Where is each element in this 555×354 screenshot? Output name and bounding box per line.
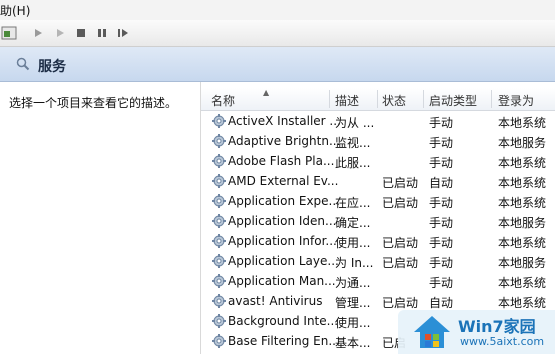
- service-log-on-as: 本地服务: [498, 256, 547, 270]
- service-startup-type: 手动: [429, 236, 454, 250]
- service-description: 确定...: [335, 216, 371, 230]
- watermark-url: www.5aixt.com: [460, 335, 545, 348]
- service-startup-type: 手动: [429, 216, 454, 230]
- services-header: 服务: [0, 47, 555, 82]
- page-title: 服务: [38, 59, 66, 75]
- service-gear-icon: [211, 273, 227, 289]
- column-description[interactable]: 描述: [335, 92, 359, 109]
- service-gear-icon: [211, 293, 227, 309]
- service-gear-icon: [211, 133, 227, 149]
- column-log-on-as[interactable]: 登录为: [498, 92, 534, 109]
- table-row[interactable]: avast! Antivirus 管理... 已启动 自动 本地系统: [201, 291, 555, 311]
- service-gear-icon: [211, 253, 227, 269]
- service-name: Application Infor...: [228, 234, 337, 248]
- service-log-on-as: 本地服务: [498, 136, 547, 150]
- service-log-on-as: 本地系统: [498, 176, 547, 190]
- table-row[interactable]: Adaptive Brightn... 监视... 手动 本地服务: [201, 131, 555, 151]
- table-row[interactable]: Application Laye... 为 In... 已启动 手动 本地服务: [201, 251, 555, 271]
- service-description: 管理...: [335, 296, 371, 310]
- service-description: 在应...: [335, 196, 371, 210]
- service-description: 为从 ...: [335, 116, 375, 130]
- column-status[interactable]: 状态: [382, 92, 406, 109]
- service-gear-icon: [211, 193, 227, 209]
- service-name: ActiveX Installer ...: [228, 114, 341, 128]
- table-row[interactable]: ActiveX Installer ... 为从 ... 手动 本地系统: [201, 111, 555, 131]
- description-pane: 选择一个项目来查看它的描述。: [0, 82, 200, 354]
- service-name: Adobe Flash Pla...: [228, 154, 335, 168]
- watermark: Win7家园 www.5aixt.com: [398, 310, 555, 354]
- magnifier-icon: [16, 57, 30, 74]
- service-status: 已启动: [382, 176, 419, 190]
- service-status: 已启动: [382, 296, 419, 310]
- house-logo-icon: [412, 314, 452, 353]
- service-name: Application Iden...: [228, 214, 337, 228]
- table-row[interactable]: Application Infor... 使用... 已启动 手动 本地系统: [201, 231, 555, 251]
- service-name: AMD External Ev...: [228, 174, 339, 188]
- service-name: Adaptive Brightn...: [228, 134, 341, 148]
- service-description: 此服...: [335, 156, 371, 170]
- service-log-on-as: 本地系统: [498, 156, 547, 170]
- service-description: 为通...: [335, 276, 371, 290]
- service-startup-type: 自动: [429, 296, 454, 310]
- toolbar: [0, 20, 555, 47]
- service-startup-type: 自动: [429, 176, 454, 190]
- service-startup-type: 手动: [429, 116, 454, 130]
- play-icon[interactable]: [29, 24, 47, 42]
- service-name: avast! Antivirus: [228, 294, 323, 308]
- console-icon[interactable]: [0, 24, 18, 42]
- service-gear-icon: [211, 173, 227, 189]
- watermark-title: Win7家园: [458, 317, 536, 336]
- service-description: 基本...: [335, 336, 371, 350]
- menu-help[interactable]: 助(H): [0, 2, 30, 19]
- service-startup-type: 手动: [429, 156, 454, 170]
- service-gear-icon: [211, 213, 227, 229]
- table-row[interactable]: Application Iden... 确定... 手动 本地服务: [201, 211, 555, 231]
- table-header: ▲ 名称 描述 状态 启动类型 登录为: [201, 88, 555, 111]
- service-description: 为 In...: [335, 256, 374, 270]
- menu-bar: 助(H): [0, 0, 555, 20]
- service-log-on-as: 本地系统: [498, 116, 547, 130]
- description-prompt: 选择一个项目来查看它的描述。: [9, 96, 178, 110]
- service-gear-icon: [211, 113, 227, 129]
- service-log-on-as: 本地服务: [498, 216, 547, 230]
- service-status: 已启动: [382, 256, 419, 270]
- service-log-on-as: 本地系统: [498, 276, 547, 290]
- service-log-on-as: 本地系统: [498, 196, 547, 210]
- service-log-on-as: 本地系统: [498, 296, 547, 310]
- table-row[interactable]: Adobe Flash Pla... 此服... 手动 本地系统: [201, 151, 555, 171]
- service-status: 已启动: [382, 196, 419, 210]
- service-gear-icon: [211, 313, 227, 329]
- service-startup-type: 手动: [429, 256, 454, 270]
- column-name[interactable]: 名称: [211, 92, 235, 109]
- service-gear-icon: [211, 233, 227, 249]
- service-log-on-as: 本地系统: [498, 236, 547, 250]
- service-name: Application Expe...: [228, 194, 340, 208]
- stop-icon[interactable]: [72, 24, 90, 42]
- service-name: Base Filtering En...: [228, 334, 340, 348]
- service-description: 使用...: [335, 316, 371, 330]
- service-description: 使用...: [335, 236, 371, 250]
- pause-icon[interactable]: [93, 24, 111, 42]
- service-name: Application Man...: [228, 274, 336, 288]
- table-row[interactable]: AMD External Ev... 已启动 自动 本地系统: [201, 171, 555, 191]
- service-status: 已启动: [382, 236, 419, 250]
- table-row[interactable]: Application Man... 为通... 手动 本地系统: [201, 271, 555, 291]
- service-name: Application Laye...: [228, 254, 339, 268]
- service-startup-type: 手动: [429, 196, 454, 210]
- service-startup-type: 手动: [429, 276, 454, 290]
- service-gear-icon: [211, 153, 227, 169]
- column-startup-type[interactable]: 启动类型: [429, 92, 477, 109]
- table-row[interactable]: Application Expe... 在应... 已启动 手动 本地系统: [201, 191, 555, 211]
- restart-icon[interactable]: [114, 24, 132, 42]
- service-description: 监视...: [335, 136, 371, 150]
- play-outline-icon[interactable]: [51, 24, 69, 42]
- service-name: Background Inte...: [228, 314, 339, 328]
- sort-ascending-icon: ▲: [263, 88, 270, 97]
- service-startup-type: 手动: [429, 136, 454, 150]
- service-gear-icon: [211, 333, 227, 349]
